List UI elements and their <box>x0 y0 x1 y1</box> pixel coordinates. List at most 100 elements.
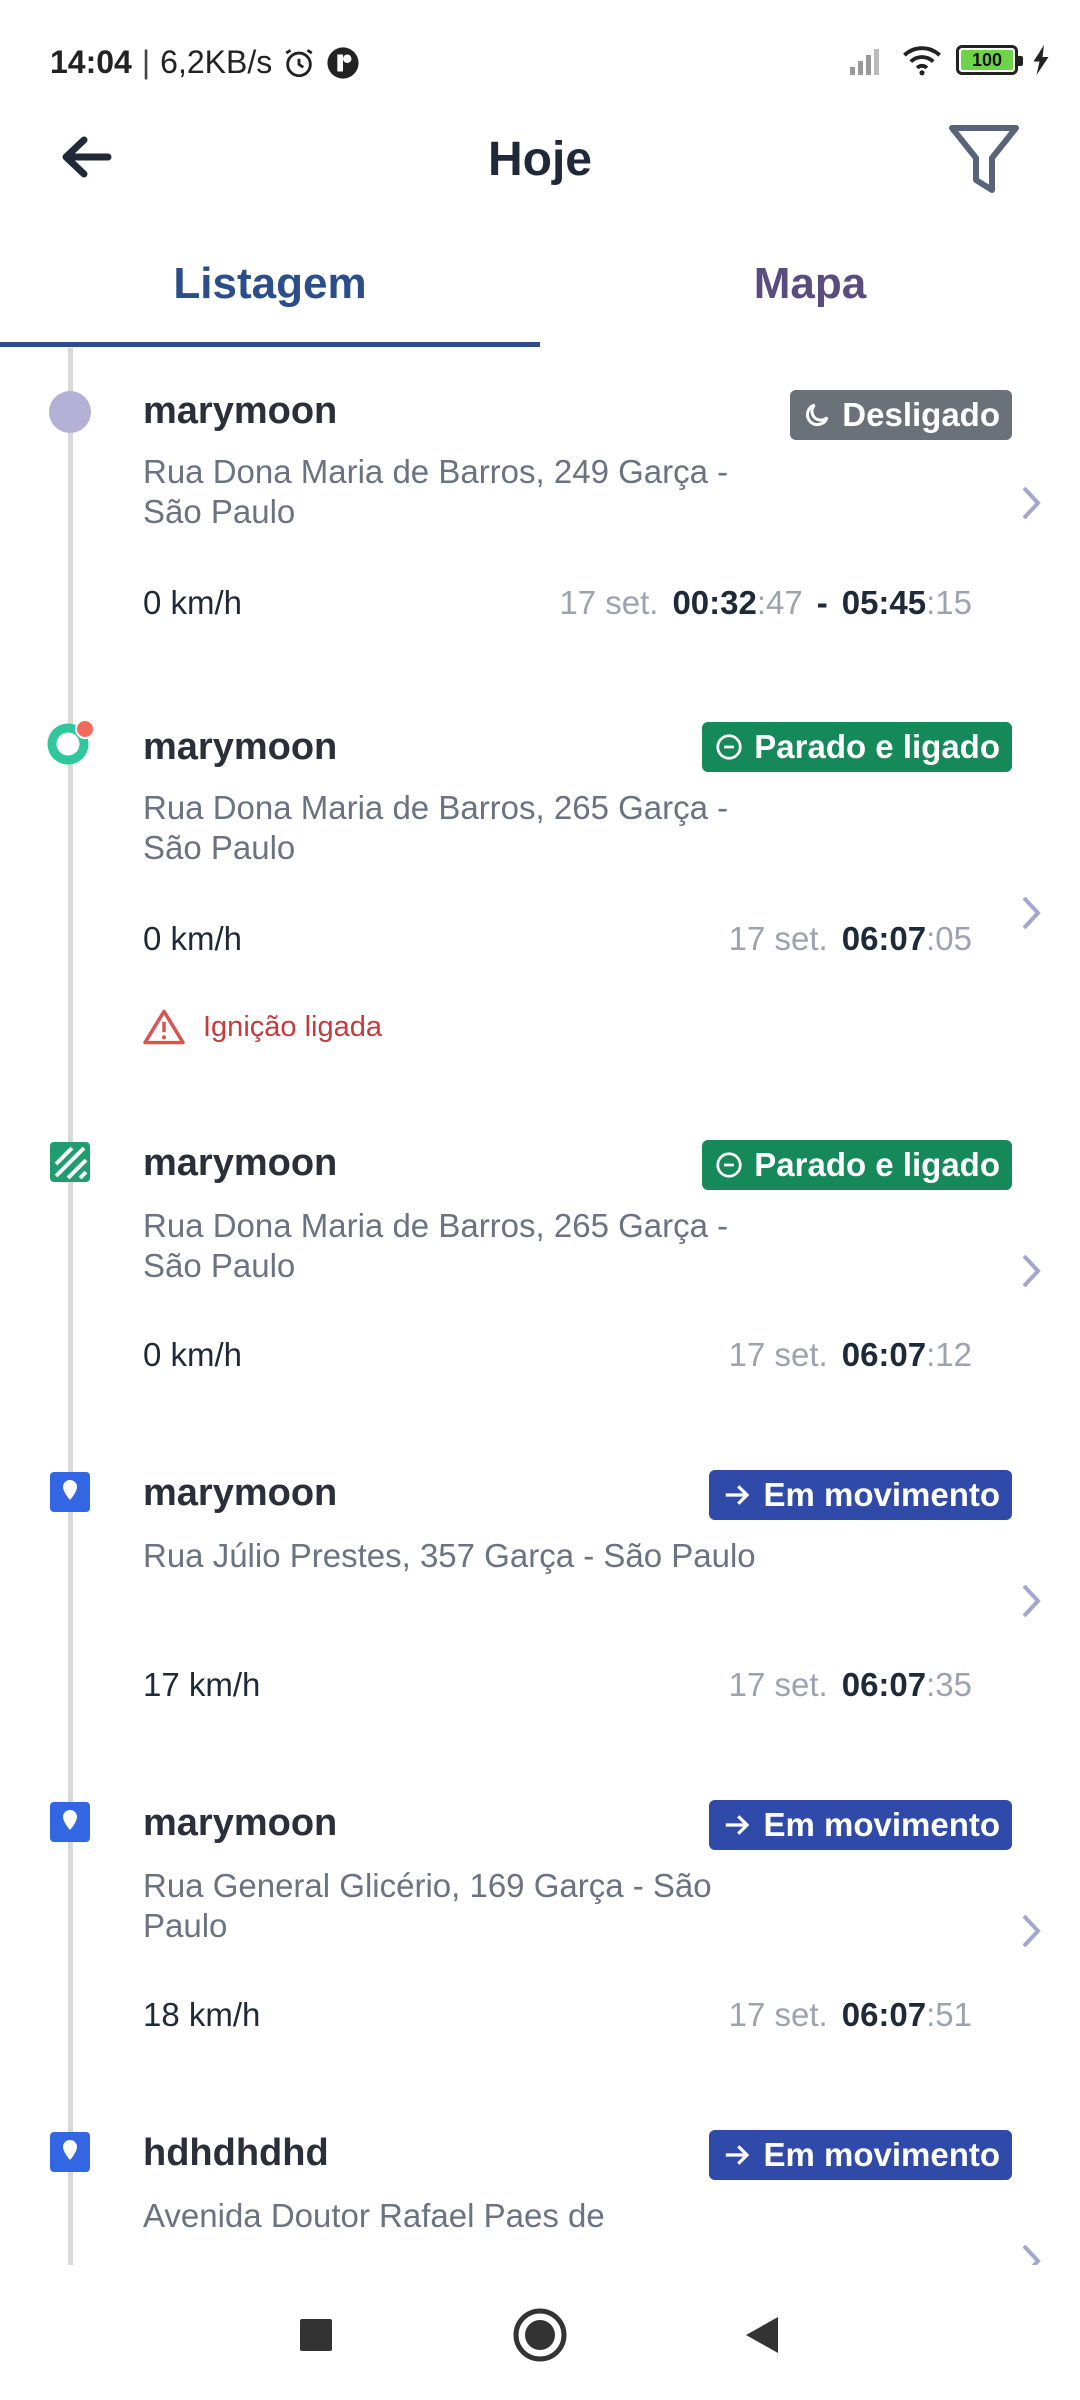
list-item[interactable]: marymoon Em movimento Rua General Glicér… <box>0 1758 1080 2088</box>
minus-circle-icon <box>716 734 742 760</box>
app-notification-icon <box>327 46 359 79</box>
warning-icon <box>143 1009 185 1045</box>
status-bar-right: 100 <box>848 44 1050 76</box>
address: Rua Dona Maria de Barros, 265 Garça - Sã… <box>143 1207 729 1284</box>
list-item[interactable]: marymoon Em movimento Rua Júlio Prestes,… <box>0 1428 1080 1758</box>
end-time: 05:45 <box>841 584 927 621</box>
battery-level: 100 <box>961 50 1013 70</box>
date: 17 set. <box>728 1666 828 1703</box>
address: Avenida Doutor Rafael Paes de <box>143 2197 605 2234</box>
moon-icon <box>806 403 829 427</box>
status-bar-left: 14:04 | 6,2KB/s <box>50 44 360 81</box>
charging-icon <box>1033 45 1049 75</box>
separator: | <box>141 44 151 80</box>
blue-pin-icon <box>50 1802 90 1842</box>
time: 06:07 <box>841 1996 927 2033</box>
status-label: Parado e ligado <box>754 728 1000 765</box>
vehicle-name: marymoon <box>143 726 338 768</box>
chevron-right-icon <box>1022 486 1041 520</box>
time-separator: - <box>816 584 828 621</box>
home-button[interactable] <box>500 2295 580 2375</box>
chevron-right-icon <box>1022 1584 1041 1618</box>
arrow-right-icon <box>726 1485 750 1505</box>
tab-bar: Listagem Mapa <box>0 230 1080 348</box>
start-time: 00:32 <box>672 584 757 621</box>
address: Rua General Glicério, 169 Garça - São Pa… <box>143 1867 712 1944</box>
vehicle-name: marymoon <box>143 1802 338 1844</box>
date: 17 set. <box>559 584 659 621</box>
speed-value: 0 km/h <box>143 920 243 957</box>
blue-pin-icon <box>50 2132 90 2172</box>
clock: 14:04 <box>50 44 132 80</box>
chevron-right-icon <box>1022 1254 1041 1288</box>
list-item[interactable]: marymoon Parado e ligado Rua Dona Maria … <box>0 678 1080 1098</box>
list-item[interactable]: marymoon Desligado Rua Dona Maria de Bar… <box>0 348 1080 678</box>
arrow-right-icon <box>726 2145 750 2165</box>
green-ring-icon <box>47 719 95 765</box>
speed-value: 18 km/h <box>143 1996 261 2033</box>
alarm-icon <box>285 48 313 77</box>
vehicle-name: marymoon <box>143 390 338 432</box>
time-stamp: 17 set. 06:07:05 <box>729 920 972 958</box>
speed-value: 17 km/h <box>143 1666 261 1703</box>
page-title: Hoje <box>487 133 592 186</box>
striped-square-icon <box>50 1142 90 1182</box>
time-range: 17 set. 00:32:47 - 05:45:15 <box>559 584 972 622</box>
end-seconds: :15 <box>926 584 972 621</box>
address: Rua Dona Maria de Barros, 265 Garça - Sã… <box>143 789 729 866</box>
network-speed: 6,2KB/s <box>160 44 273 80</box>
seconds: :51 <box>926 1996 972 2033</box>
time: 06:07 <box>841 1666 927 1703</box>
speed-value: 0 km/h <box>143 584 243 621</box>
minus-circle-icon <box>716 1152 742 1178</box>
time-stamp: 17 set. 06:07:12 <box>729 1336 972 1374</box>
status-badge: Em movimento <box>709 2130 1012 2180</box>
seconds: :05 <box>926 920 972 957</box>
filter-icon <box>949 125 1019 193</box>
vehicle-name: hdhdhdhd <box>143 2132 329 2174</box>
system-nav-bar <box>0 2265 1080 2400</box>
list-item[interactable]: marymoon Parado e ligado Rua Dona Maria … <box>0 1098 1080 1428</box>
tab-listagem[interactable]: Listagem <box>0 230 540 348</box>
wifi-icon <box>903 46 941 76</box>
status-label: Desligado <box>842 396 1000 433</box>
signal-icon <box>850 49 879 75</box>
date: 17 set. <box>728 1336 828 1373</box>
time-stamp: 17 set. 06:07:51 <box>729 1996 972 2034</box>
status-label: Em movimento <box>763 2136 1000 2173</box>
back-nav-button[interactable] <box>724 2295 804 2375</box>
list-item[interactable]: hdhdhdhd Em movimento Avenida Doutor Raf… <box>0 2088 1080 2268</box>
status-badge: Parado e ligado <box>702 1140 1012 1190</box>
tab-mapa[interactable]: Mapa <box>540 230 1080 348</box>
address: Rua Dona Maria de Barros, 249 Garça - Sã… <box>143 453 729 530</box>
vehicle-name: marymoon <box>143 1472 338 1514</box>
seconds: :35 <box>926 1666 972 1703</box>
status-label: Em movimento <box>763 1476 1000 1513</box>
speed-value: 0 km/h <box>143 1336 243 1373</box>
filter-button[interactable] <box>944 114 1024 204</box>
time: 06:07 <box>841 1336 927 1373</box>
time: 06:07 <box>841 920 927 957</box>
chevron-right-icon <box>1022 1914 1041 1948</box>
status-bar: 14:04 | 6,2KB/s 100 <box>0 0 1080 110</box>
active-tab-indicator <box>0 342 540 347</box>
gray-dot-icon <box>49 391 91 433</box>
alert-text: Ignição ligada <box>203 1010 382 1043</box>
vehicle-name: marymoon <box>143 1142 338 1184</box>
chevron-right-icon <box>1022 2244 1041 2268</box>
start-seconds: :47 <box>756 584 803 621</box>
status-badge: Em movimento <box>709 1470 1012 1520</box>
recent-apps-button[interactable] <box>276 2295 356 2375</box>
address: Rua Júlio Prestes, 357 Garça - São Paulo <box>143 1537 756 1574</box>
seconds: :12 <box>926 1336 972 1373</box>
status-label: Parado e ligado <box>754 1146 1000 1183</box>
status-badge: Parado e ligado <box>702 722 1012 772</box>
date: 17 set. <box>728 920 828 957</box>
timeline-list: marymoon Desligado Rua Dona Maria de Bar… <box>0 348 1080 2268</box>
blue-pin-icon <box>50 1472 90 1512</box>
time-stamp: 17 set. 06:07:35 <box>729 1666 972 1704</box>
chevron-right-icon <box>1022 896 1041 930</box>
status-badge: Desligado <box>790 390 1012 440</box>
battery-icon: 100 <box>956 45 1023 75</box>
alert-row: Ignição ligada <box>143 1008 382 1046</box>
